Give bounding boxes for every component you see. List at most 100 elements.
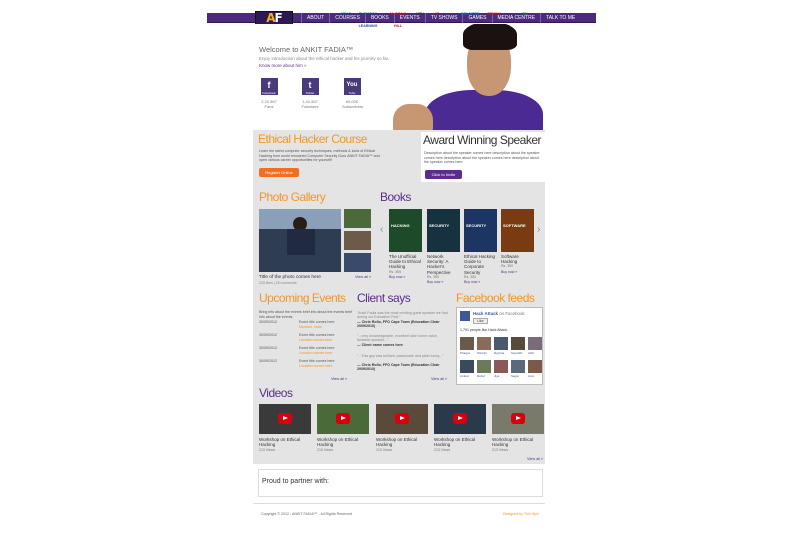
fan-avatar[interactable] <box>511 337 525 350</box>
videos-title: Videos <box>259 386 293 400</box>
play-icon[interactable] <box>453 413 467 424</box>
facebook-stat[interactable]: f Facebook 2,20,567 Fans <box>259 78 279 109</box>
video-views: 213 Views <box>492 447 509 452</box>
play-icon[interactable] <box>336 413 350 424</box>
twitter-icon: t Twitter <box>301 78 319 95</box>
buy-now-link[interactable]: Buy now » <box>464 280 498 285</box>
client-quote: "Ankit Fadia was the most exciting guest… <box>357 311 448 320</box>
fb-page-name[interactable]: Hack Attack <box>473 311 498 316</box>
videos-view-all-link[interactable]: View all » <box>527 457 543 461</box>
fan-name[interactable]: Jiya <box>494 374 510 378</box>
play-icon[interactable] <box>278 413 292 424</box>
click-to-invite-button[interactable]: Click to Invite <box>425 170 462 179</box>
gallery-main-photo[interactable] <box>259 209 341 272</box>
video-title[interactable]: Workshop on Ethical Hacking <box>492 437 542 448</box>
book-cover[interactable]: SECURITY <box>427 209 460 252</box>
nav-item[interactable]: TALK TO ME <box>540 13 580 23</box>
client-says-title: Client says <box>357 291 411 305</box>
book-title[interactable]: The Unofficial Guide to Ethical Hacking <box>389 254 423 270</box>
partner-logo[interactable]: TSI <box>515 8 535 20</box>
video-title[interactable]: Workshop on Ethical Hacking <box>434 437 484 448</box>
fan-name[interactable]: Rahul <box>477 374 493 378</box>
register-online-button[interactable]: Register Online <box>259 168 299 177</box>
fb-like-button[interactable]: Like <box>473 318 488 325</box>
buy-now-link[interactable]: Buy now » <box>389 275 423 280</box>
book-cover[interactable]: HACKING <box>389 209 422 252</box>
video-title[interactable]: Workshop on Ethical Hacking <box>259 437 309 448</box>
video-title[interactable]: Workshop on Ethical Hacking <box>376 437 426 448</box>
partner-logo[interactable]: DELOITTE <box>460 8 480 20</box>
hero-portrait <box>383 24 545 136</box>
video-thumb[interactable] <box>434 404 486 434</box>
fan-name[interactable]: Rgvtina <box>494 351 510 355</box>
book-title[interactable]: Ethical Hacking Guide to Corporate Secur… <box>464 254 498 275</box>
fan-name[interactable]: Abhi <box>528 351 544 355</box>
fan-avatar[interactable] <box>528 337 542 350</box>
award-title: Award Winning Speaker <box>423 133 542 147</box>
nav-item[interactable]: ABOUT <box>301 13 329 23</box>
book-info: Software Hacking Rs. 350 Buy now » <box>501 254 535 275</box>
facebook-icon: f Facebook <box>260 78 278 95</box>
youtube-stat[interactable]: You Tube 65,000 Subscribers <box>342 78 363 109</box>
fan-name[interactable]: Ambal <box>460 374 476 378</box>
facebook-widget: Hack Attack on Facebook Like 1,791 peopl… <box>456 307 543 385</box>
fan-name[interactable]: Arun <box>528 374 544 378</box>
fan-name[interactable]: Shrinjin <box>477 351 493 355</box>
events-title: Upcoming Events <box>259 291 346 305</box>
video-thumb[interactable] <box>492 404 544 434</box>
books-title: Books <box>380 190 411 204</box>
chevron-right-icon[interactable]: › <box>537 224 540 235</box>
fan-avatar[interactable] <box>494 337 508 350</box>
video-thumb[interactable] <box>376 404 428 434</box>
book-cover-label: SECURITY <box>429 223 450 228</box>
fan-name[interactable]: Sagar <box>511 374 527 378</box>
fan-name[interactable]: Phages <box>460 351 476 355</box>
event-location: Location comes here <box>299 363 333 368</box>
book-cover[interactable]: SECURITY <box>464 209 497 252</box>
fan-avatar[interactable] <box>460 360 474 373</box>
play-icon[interactable] <box>395 413 409 424</box>
gallery-thumb[interactable] <box>344 209 371 228</box>
gallery-thumb[interactable] <box>344 253 371 272</box>
book-title[interactable]: Software Hacking <box>501 254 535 264</box>
client-name: — Chris Rollo, FFO Cape Town (Education … <box>357 363 440 372</box>
fan-name[interactable]: Sourabh <box>511 351 527 355</box>
book-cover-label: SOFTWARE <box>503 223 526 228</box>
book-info: Network Security: A Hacker's Perspective… <box>427 254 461 285</box>
video-info: Workshop on Ethical Hacking 213 Views <box>492 437 542 453</box>
partner-logo[interactable]: VRAC <box>336 8 356 20</box>
gallery-thumb[interactable] <box>344 231 371 250</box>
partner-logo[interactable]: THOMSON LEARNING <box>358 8 378 28</box>
book-cover[interactable]: SOFTWARE <box>501 209 534 252</box>
buy-now-link[interactable]: Buy now » <box>427 280 461 285</box>
events-view-all-link[interactable]: View all » <box>331 377 347 381</box>
welcome-title: Welcome to ANKIT FADIA™ <box>259 45 354 54</box>
book-info: Ethical Hacking Guide to Corporate Secur… <box>464 254 498 285</box>
buy-now-link[interactable]: Buy now » <box>501 270 535 275</box>
designed-by-link[interactable]: Designed by Thin Spin <box>503 512 539 516</box>
client-view-all-link[interactable]: View all » <box>431 377 447 381</box>
video-title[interactable]: Workshop on Ethical Hacking <box>317 437 367 448</box>
twitter-stat[interactable]: t Twitter 1,40,567 Followers <box>300 78 320 109</box>
facebook-feeds-title: Facebook feeds <box>456 291 535 305</box>
client-quote: "...This guy was brilliant, passionate a… <box>357 354 444 358</box>
fan-avatar[interactable] <box>528 360 542 373</box>
partner-logo[interactable]: ETNOW <box>484 8 504 20</box>
book-title[interactable]: Network Security: A Hacker's Perspective <box>427 254 461 275</box>
gallery-view-all-link[interactable]: View all » <box>355 275 371 279</box>
partner-logo[interactable]: McGRAW HILL <box>388 8 408 28</box>
fan-avatar[interactable] <box>477 360 491 373</box>
fan-avatar[interactable] <box>460 337 474 350</box>
course-text: Learn the latest computer security techn… <box>259 149 380 163</box>
know-more-link[interactable]: Know more about him » <box>259 63 307 68</box>
play-icon[interactable] <box>511 413 525 424</box>
video-thumb[interactable] <box>317 404 369 434</box>
fan-avatar[interactable] <box>494 360 508 373</box>
video-thumb[interactable] <box>259 404 311 434</box>
chevron-left-icon[interactable]: ‹ <box>380 224 383 235</box>
fan-avatar[interactable] <box>511 360 525 373</box>
fan-avatar[interactable] <box>477 337 491 350</box>
copyright-text: Copyright © 2012 - ANKIT FADIA™ - All Ri… <box>261 512 353 516</box>
video-views: 213 Views <box>317 447 334 452</box>
event-location: Mumbai, India <box>299 324 322 329</box>
